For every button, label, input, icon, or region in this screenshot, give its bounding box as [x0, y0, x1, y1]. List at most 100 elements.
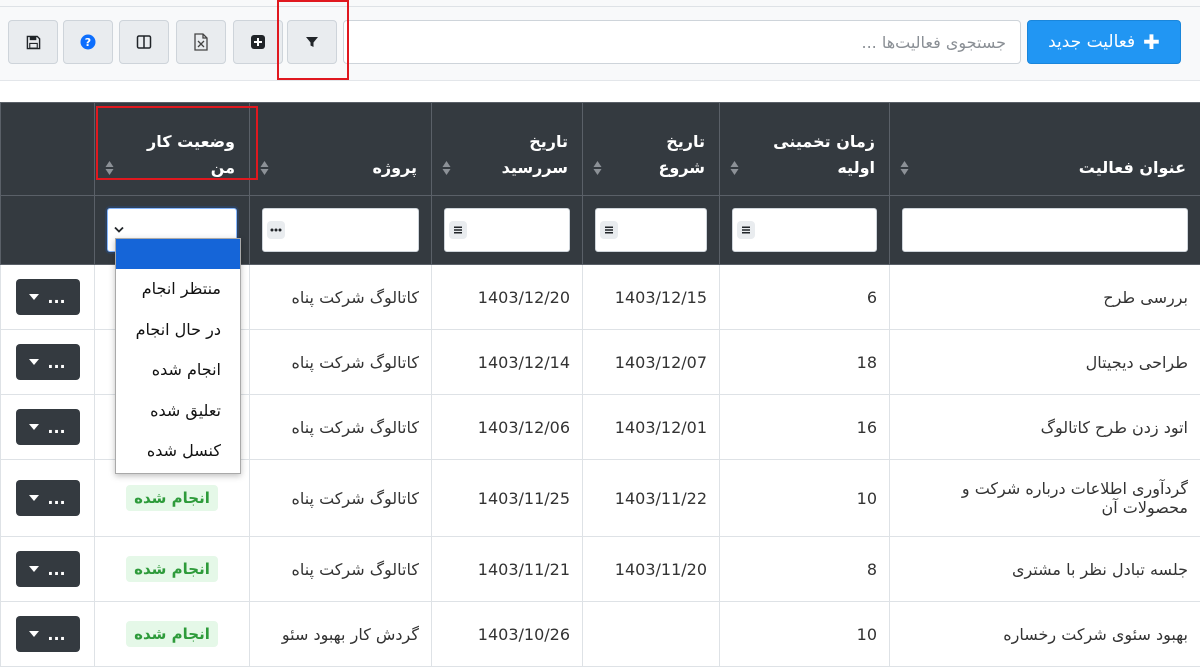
caret-down-icon	[29, 294, 39, 300]
header-my-status[interactable]: وضعیت کار من	[95, 103, 250, 196]
title-filter-input[interactable]	[902, 208, 1188, 252]
excel-file-icon	[193, 33, 209, 51]
export-excel-button[interactable]	[176, 20, 226, 64]
filter-icon	[305, 35, 319, 49]
cell-project: کاتالوگ شرکت پناه	[250, 395, 432, 460]
columns-button[interactable]	[119, 20, 169, 64]
filter-cell-estimate	[720, 196, 890, 265]
status-badge: انجام شده	[126, 556, 218, 582]
row-actions-button[interactable]: ...	[16, 551, 80, 587]
header-estimate[interactable]: زمان تخمینی اولیه	[720, 103, 890, 196]
cell-actions: ...	[1, 460, 95, 537]
cell-title: طراحی دیجیتال	[890, 330, 1200, 395]
row-actions-button[interactable]: ...	[16, 409, 80, 445]
equals-menu-icon[interactable]	[600, 221, 618, 239]
status-dropdown-list[interactable]: منتظر انجام در حال انجام انجام شده تعلیق…	[115, 238, 241, 474]
filter-cell-actions	[1, 196, 95, 265]
chevron-down-icon	[114, 226, 124, 234]
toolbar: ✚ فعالیت جدید ?	[0, 0, 1200, 81]
cell-project: کاتالوگ شرکت پناه	[250, 537, 432, 602]
cell-actions: ...	[1, 602, 95, 667]
cell-estimate: 10	[720, 460, 890, 537]
sort-icon	[593, 159, 602, 177]
row-actions-label: ...	[47, 489, 65, 508]
header-due-date[interactable]: تاریخ سررسید	[432, 103, 583, 196]
search-input[interactable]	[343, 20, 1021, 64]
add-column-button[interactable]	[233, 20, 283, 64]
row-actions-label: ...	[47, 625, 65, 644]
dropdown-empty-selected-option[interactable]	[116, 239, 240, 269]
row-actions-button[interactable]: ...	[16, 616, 80, 652]
start-date-filter-input[interactable]	[595, 208, 707, 252]
cell-title: اتود زدن طرح کاتالوگ	[890, 395, 1200, 460]
toolbar-top-divider	[0, 6, 1200, 7]
dropdown-option[interactable]: در حال انجام	[116, 310, 240, 351]
caret-down-icon	[29, 424, 39, 430]
header-row: عنوان فعالیت زمان تخمینی اولیه تاریخ شرو…	[1, 103, 1200, 196]
cell-due-date: 1403/12/06	[432, 395, 583, 460]
due-date-filter-input[interactable]	[444, 208, 570, 252]
save-button[interactable]	[8, 20, 58, 64]
cell-actions: ...	[1, 395, 95, 460]
table-row[interactable]: جلسه تبادل نظر با مشتری81403/11/201403/1…	[1, 537, 1200, 602]
svg-text:?: ?	[85, 36, 91, 49]
cell-title: جلسه تبادل نظر با مشتری	[890, 537, 1200, 602]
sort-icon	[900, 159, 909, 177]
row-actions-label: ...	[47, 353, 65, 372]
cell-due-date: 1403/12/14	[432, 330, 583, 395]
columns-icon	[136, 34, 152, 50]
estimate-filter-input[interactable]	[732, 208, 877, 252]
cell-title: بهبود سئوی شرکت رخساره	[890, 602, 1200, 667]
cell-start-date: 1403/12/15	[583, 265, 720, 330]
filter-cell-title	[890, 196, 1200, 265]
help-icon: ?	[80, 34, 96, 50]
cell-estimate: 6	[720, 265, 890, 330]
cell-actions: ...	[1, 265, 95, 330]
cell-start-date: 1403/12/01	[583, 395, 720, 460]
filter-cell-project	[250, 196, 432, 265]
cell-due-date: 1403/11/21	[432, 537, 583, 602]
cell-due-date: 1403/10/26	[432, 602, 583, 667]
sort-icon	[260, 159, 269, 177]
caret-down-icon	[29, 359, 39, 365]
ellipsis-menu-icon[interactable]	[267, 221, 285, 239]
caret-down-icon	[29, 495, 39, 501]
row-actions-button[interactable]: ...	[16, 344, 80, 380]
cell-project: گردش کار بهبود سئو	[250, 602, 432, 667]
sort-icon	[730, 159, 739, 177]
cell-project: کاتالوگ شرکت پناه	[250, 265, 432, 330]
cell-due-date: 1403/12/20	[432, 265, 583, 330]
dropdown-option[interactable]: منتظر انجام	[116, 269, 240, 310]
dropdown-option[interactable]: تعلیق شده	[116, 391, 240, 432]
cell-title: بررسی طرح	[890, 265, 1200, 330]
equals-menu-icon[interactable]	[449, 221, 467, 239]
cell-start-date: 1403/11/22	[583, 460, 720, 537]
header-start-date[interactable]: تاریخ شروع	[583, 103, 720, 196]
cell-estimate: 10	[720, 602, 890, 667]
equals-menu-icon[interactable]	[737, 221, 755, 239]
header-title[interactable]: عنوان فعالیت	[890, 103, 1200, 196]
project-filter-input[interactable]	[262, 208, 419, 252]
cell-estimate: 8	[720, 537, 890, 602]
row-actions-button[interactable]: ...	[16, 279, 80, 315]
row-actions-label: ...	[47, 288, 65, 307]
row-actions-label: ...	[47, 560, 65, 579]
row-actions-label: ...	[47, 418, 65, 437]
new-activity-button[interactable]: ✚ فعالیت جدید	[1027, 20, 1181, 64]
row-actions-button[interactable]: ...	[16, 480, 80, 516]
cell-actions: ...	[1, 537, 95, 602]
table-row[interactable]: بهبود سئوی شرکت رخساره10 1403/10/26گردش ک…	[1, 602, 1200, 667]
filter-cell-due	[432, 196, 583, 265]
cell-project: کاتالوگ شرکت پناه	[250, 460, 432, 537]
cell-my-status: انجام شده	[95, 602, 250, 667]
save-icon	[26, 35, 41, 50]
dropdown-option[interactable]: انجام شده	[116, 350, 240, 391]
cell-my-status: انجام شده	[95, 537, 250, 602]
dropdown-option[interactable]: کنسل شده	[116, 431, 240, 472]
plus-icon: ✚	[1143, 32, 1160, 52]
filter-button[interactable]	[287, 20, 337, 64]
new-activity-label: فعالیت جدید	[1048, 32, 1135, 52]
help-button[interactable]: ?	[63, 20, 113, 64]
status-badge: انجام شده	[126, 621, 218, 647]
header-project[interactable]: پروژه	[250, 103, 432, 196]
